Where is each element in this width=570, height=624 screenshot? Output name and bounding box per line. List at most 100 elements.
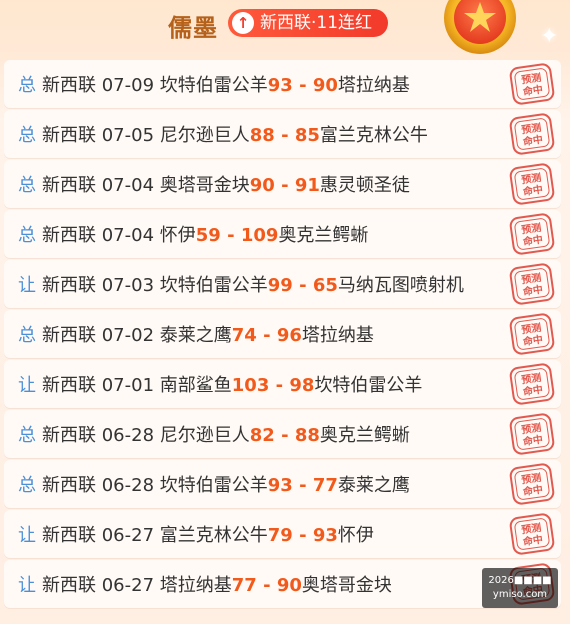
record-row[interactable]: 总新西联 07-09 坎特伯雷公羊93 - 90塔拉纳基 预测 命中 — [4, 60, 561, 108]
record-row[interactable]: 让新西联 07-01 南部鲨鱼103 - 98坎特伯雷公羊 预测 命中 — [4, 360, 561, 408]
away-score: 88 — [294, 425, 320, 446]
match-date: 06-28 — [101, 475, 155, 496]
home-score: 93 — [267, 475, 293, 496]
home-team: 坎特伯雷公羊 — [159, 75, 268, 96]
away-score: 90 — [276, 575, 302, 596]
away-team: 塔拉纳基 — [337, 75, 410, 96]
record-row[interactable]: 总新西联 07-02 泰莱之鹰74 - 96塔拉纳基 预测 命中 — [4, 310, 561, 358]
bet-type: 总 — [18, 175, 36, 196]
hit-stamp-icon: 预测 命中 — [509, 163, 555, 205]
away-score: 109 — [240, 225, 279, 246]
match-date: 07-09 — [101, 75, 155, 96]
record-text: 总新西联 07-02 泰莱之鹰74 - 96塔拉纳基 — [18, 321, 374, 347]
stamp-text-1: 预测 — [520, 271, 542, 287]
stamp-text-1: 预测 — [520, 421, 542, 437]
record-text: 总新西联 07-04 怀伊59 - 109奥克兰鳄蜥 — [18, 221, 368, 247]
header: 儒墨 ↑ 新西联·11连红 ✦ — [0, 0, 570, 54]
away-team: 惠灵顿圣徒 — [319, 175, 410, 196]
record-text: 让新西联 07-01 南部鲨鱼103 - 98坎特伯雷公羊 — [18, 371, 422, 397]
record-text: 总新西联 06-28 尼尔逊巨人82 - 88奥克兰鳄蜥 — [18, 421, 410, 447]
bet-type: 让 — [18, 375, 36, 396]
away-team: 马纳瓦图喷射机 — [337, 275, 464, 296]
hit-stamp-icon: 预测 命中 — [509, 213, 555, 255]
away-score: 65 — [312, 275, 338, 296]
bet-type: 让 — [18, 575, 36, 596]
author-name[interactable]: 儒墨 — [168, 8, 218, 43]
score-separator: - — [274, 425, 295, 446]
score-separator: - — [256, 325, 277, 346]
stamp-text-1: 预测 — [520, 171, 542, 187]
bet-type: 总 — [18, 125, 36, 146]
streak-label: 新西联·11连红 — [260, 13, 373, 33]
record-row[interactable]: 总新西联 07-04 奥塔哥金块90 - 91惠灵顿圣徒 预测 命中 — [4, 160, 561, 208]
home-team: 泰莱之鹰 — [159, 325, 232, 346]
stamp-text-1: 预测 — [520, 521, 542, 537]
match-date: 07-05 — [101, 125, 155, 146]
home-score: 93 — [267, 75, 293, 96]
home-score: 77 — [231, 575, 257, 596]
watermark-line1: 2026■■■■ — [488, 575, 552, 586]
stamp-text-1: 预测 — [520, 371, 542, 387]
stamp-text-1: 预测 — [520, 71, 542, 87]
hit-stamp-icon: 预测 命中 — [509, 463, 555, 505]
hit-stamp-icon: 预测 命中 — [509, 63, 555, 105]
home-score: 99 — [267, 275, 293, 296]
league: 新西联 — [42, 75, 96, 96]
home-score: 88 — [249, 125, 275, 146]
match-date: 07-04 — [101, 175, 155, 196]
bet-type: 总 — [18, 325, 36, 346]
away-team: 奥克兰鳄蜥 — [319, 425, 410, 446]
home-team: 尼尔逊巨人 — [159, 425, 250, 446]
record-row[interactable]: 总新西联 07-05 尼尔逊巨人88 - 85富兰克林公牛 预测 命中 — [4, 110, 561, 158]
away-team: 怀伊 — [337, 525, 374, 546]
home-team: 塔拉纳基 — [159, 575, 232, 596]
record-row[interactable]: 让新西联 06-27 塔拉纳基77 - 90奥塔哥金块 预测 命中 — [4, 560, 561, 608]
score-separator: - — [274, 125, 295, 146]
bet-type: 总 — [18, 425, 36, 446]
streak-badge[interactable]: ↑ 新西联·11连红 — [228, 9, 388, 37]
record-row[interactable]: 总新西联 06-28 尼尔逊巨人82 - 88奥克兰鳄蜥 预测 命中 — [4, 410, 561, 458]
league: 新西联 — [42, 375, 96, 396]
record-text: 总新西联 07-04 奥塔哥金块90 - 91惠灵顿圣徒 — [18, 171, 410, 197]
league: 新西联 — [42, 475, 96, 496]
away-team: 富兰克林公牛 — [319, 125, 428, 146]
record-text: 让新西联 06-27 塔拉纳基77 - 90奥塔哥金块 — [18, 571, 392, 597]
match-date: 07-04 — [101, 225, 155, 246]
home-team: 奥塔哥金块 — [159, 175, 250, 196]
home-score: 79 — [267, 525, 293, 546]
home-team: 怀伊 — [159, 225, 196, 246]
hit-stamp-icon: 预测 命中 — [509, 513, 555, 555]
record-row[interactable]: 让新西联 07-03 坎特伯雷公羊99 - 65马纳瓦图喷射机 预测 命中 — [4, 260, 561, 308]
record-row[interactable]: 总新西联 06-28 坎特伯雷公羊93 - 77泰莱之鹰 预测 命中 — [4, 460, 561, 508]
stamp-text-1: 预测 — [520, 221, 542, 237]
record-text: 总新西联 06-28 坎特伯雷公羊93 - 77泰莱之鹰 — [18, 471, 410, 497]
hit-stamp-icon: 预测 命中 — [509, 263, 555, 305]
home-score: 103 — [231, 375, 270, 396]
home-score: 90 — [249, 175, 275, 196]
sparkle-icon: ✦ — [540, 24, 559, 49]
hit-stamp-icon: 预测 命中 — [509, 313, 555, 355]
league: 新西联 — [42, 575, 96, 596]
away-score: 77 — [312, 475, 338, 496]
record-text: 让新西联 06-27 富兰克林公牛79 - 93怀伊 — [18, 521, 374, 547]
record-row[interactable]: 让新西联 06-27 富兰克林公牛79 - 93怀伊 预测 命中 — [4, 510, 561, 558]
home-team: 富兰克林公牛 — [159, 525, 268, 546]
match-date: 07-01 — [101, 375, 155, 396]
bet-type: 让 — [18, 525, 36, 546]
score-separator: - — [220, 225, 241, 246]
record-row[interactable]: 总新西联 07-04 怀伊59 - 109奥克兰鳄蜥 预测 命中 — [4, 210, 561, 258]
watermark-line2: ymiso.com — [492, 589, 548, 600]
score-separator: - — [274, 175, 295, 196]
home-team: 南部鲨鱼 — [159, 375, 232, 396]
away-score: 85 — [294, 125, 320, 146]
hit-stamp-icon: 预测 命中 — [509, 363, 555, 405]
league: 新西联 — [42, 325, 96, 346]
hit-stamp-icon: 预测 命中 — [509, 113, 555, 155]
bet-type: 总 — [18, 475, 36, 496]
hit-stamp-icon: 预测 命中 — [509, 413, 555, 455]
league: 新西联 — [42, 525, 96, 546]
watermark: 2026■■■■ ymiso.com — [482, 568, 558, 608]
away-score: 96 — [276, 325, 302, 346]
bet-type: 总 — [18, 225, 36, 246]
score-separator: - — [292, 75, 313, 96]
